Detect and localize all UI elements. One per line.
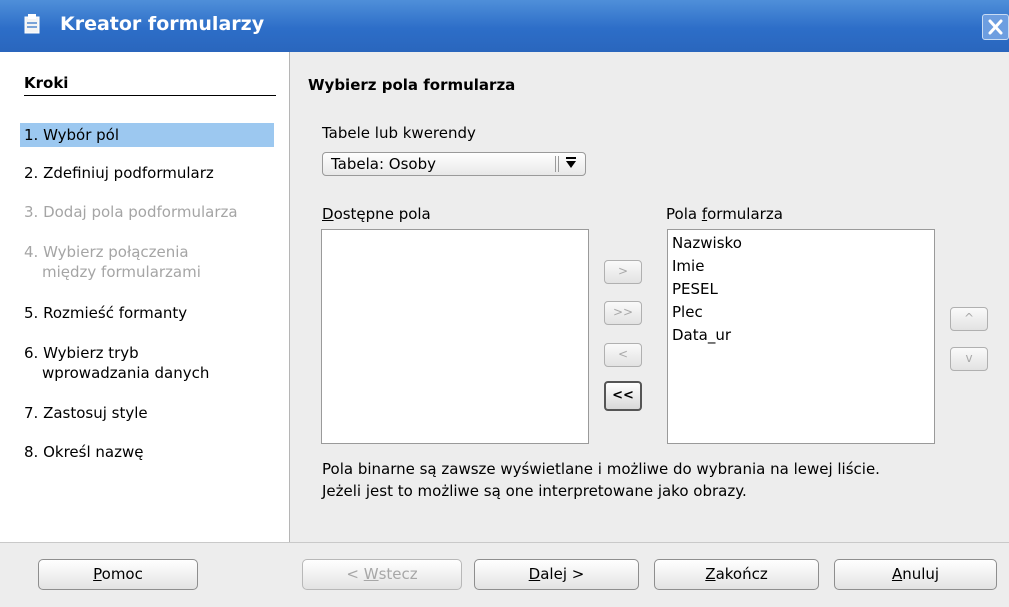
label-text-post: ormularza <box>707 205 783 223</box>
list-item[interactable]: Plec <box>668 301 934 324</box>
next-button[interactable]: Dalej > <box>474 559 639 590</box>
step-label: 7. Zastosuj style <box>24 404 148 422</box>
step-label-line2: wprowadzania danych <box>42 364 210 382</box>
available-fields-list[interactable] <box>321 229 589 444</box>
page-title: Wybierz pola formularza <box>308 76 516 94</box>
step-arrange-controls[interactable]: 5. Rozmieść formanty <box>20 303 274 323</box>
mnemonic: D <box>322 205 334 223</box>
form-wizard-icon <box>24 14 40 34</box>
step-apply-styles[interactable]: 7. Zastosuj style <box>20 403 274 423</box>
step-label: 2. Zdefiniuj podformularz <box>24 164 214 182</box>
list-item[interactable]: Data_ur <box>668 324 934 347</box>
steps-divider <box>24 95 276 96</box>
step-label: 1. Wybór pól <box>24 126 120 144</box>
dropdown-arrow-icon <box>563 156 579 172</box>
form-fields-list[interactable]: Nazwisko Imie PESEL Plec Data_ur <box>667 229 935 444</box>
note-line1: Pola binarne są zawsze wyświetlane i moż… <box>322 460 880 478</box>
step-label-line1: 4. Wybierz połączenia <box>24 243 189 261</box>
list-item[interactable]: PESEL <box>668 278 934 301</box>
tables-label: Tabele lub kwerendy <box>322 124 476 142</box>
label-text: ostępne pola <box>333 205 431 223</box>
mnemonic: A <box>891 565 903 583</box>
table-select-value: Tabela: Osoby <box>331 155 436 173</box>
remove-all-fields-button[interactable]: << <box>604 381 642 411</box>
binary-fields-note: Pola binarne są zawsze wyświetlane i moż… <box>322 458 880 502</box>
remove-field-button[interactable]: < <box>604 343 642 367</box>
close-button[interactable] <box>982 14 1009 40</box>
finish-button[interactable]: Zakończ <box>654 559 819 590</box>
main-panel: Wybierz pola formularza Tabele lub kwere… <box>290 52 1009 542</box>
add-all-fields-button[interactable]: >> <box>604 301 642 325</box>
form-fields-label: Pola formularza <box>666 205 783 223</box>
step-label-line2: między formularzami <box>42 263 201 281</box>
step-label: 5. Rozmieść formanty <box>24 304 188 322</box>
button-label-pre: < <box>346 565 364 583</box>
step-data-entry-mode[interactable]: 6. Wybierz tryb wprowadzania danych <box>20 343 274 383</box>
mnemonic: Z <box>705 565 716 583</box>
button-label: nuluj <box>902 565 940 583</box>
back-button: < Wstecz <box>302 559 462 590</box>
cancel-button[interactable]: Anuluj <box>834 559 997 590</box>
list-item[interactable]: Imie <box>668 255 934 278</box>
help-button[interactable]: Pomoc <box>38 559 198 590</box>
step-label-line1: 6. Wybierz tryb <box>24 344 139 362</box>
step-set-name[interactable]: 8. Określ nazwę <box>20 442 274 462</box>
label-text-pre: Pola <box>666 205 702 223</box>
list-item[interactable]: Nazwisko <box>668 232 934 255</box>
button-label: stecz <box>378 565 418 583</box>
move-field-up-button[interactable]: ^ <box>950 307 988 331</box>
table-select[interactable]: Tabela: Osoby <box>322 152 586 176</box>
window-title: Kreator formularzy <box>60 13 265 35</box>
button-label: alej > <box>540 565 585 583</box>
button-label: omoc <box>101 565 143 583</box>
step-select-joins: 4. Wybierz połączenia między formularzam… <box>20 242 274 282</box>
mnemonic: D <box>528 565 541 583</box>
steps-sidebar: Kroki 1. Wybór pól 2. Zdefiniuj podformu… <box>0 52 290 542</box>
button-bar: Pomoc < Wstecz Dalej > Zakończ Anuluj <box>0 542 1009 607</box>
mnemonic: W <box>363 565 379 583</box>
combo-grip <box>555 156 559 172</box>
note-line2: Jeżeli jest to możliwe są one interpreto… <box>322 482 747 500</box>
move-field-down-button[interactable]: v <box>950 347 988 371</box>
button-label: akończ <box>715 565 768 583</box>
step-add-subform-fields: 3. Dodaj pola podformularza <box>20 202 274 222</box>
steps-heading: Kroki <box>24 74 69 92</box>
title-bar: Kreator formularzy <box>0 0 1009 52</box>
mnemonic: P <box>93 565 102 583</box>
available-fields-label: Dostępne pola <box>322 205 431 223</box>
step-label: 8. Określ nazwę <box>24 443 144 461</box>
step-define-subform[interactable]: 2. Zdefiniuj podformularz <box>20 163 274 183</box>
step-label: 3. Dodaj pola podformularza <box>24 203 238 221</box>
close-icon <box>988 19 1003 35</box>
add-field-button[interactable]: > <box>604 260 642 284</box>
step-select-fields[interactable]: 1. Wybór pól <box>20 123 274 147</box>
